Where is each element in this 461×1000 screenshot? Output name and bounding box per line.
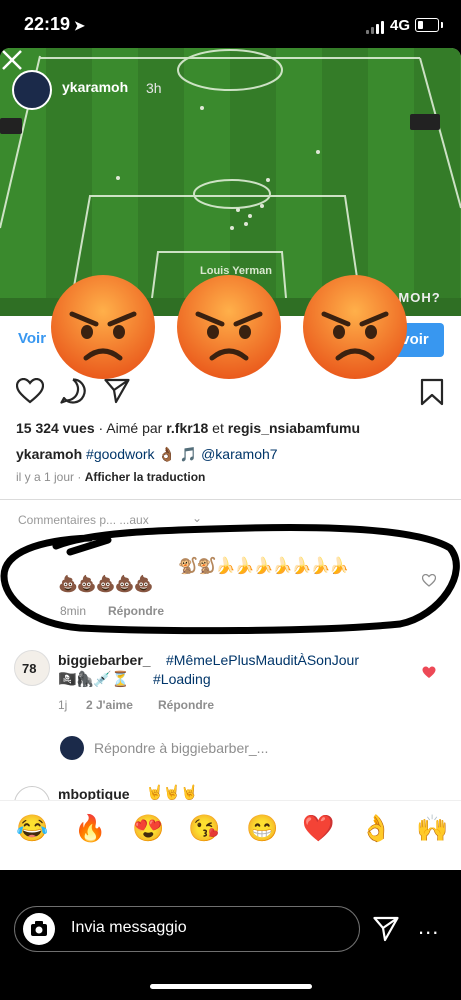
post-card: Louis Yerman ykaramoh 3h AMOH? Voir voir [0, 48, 461, 870]
translate-link[interactable]: Afficher la traduction [85, 470, 206, 484]
voir-link[interactable]: Voir [18, 330, 46, 347]
emoji-button[interactable]: 😁 [246, 813, 278, 844]
views-and-likes: 15 324 vues · Aimé par r.fkr18 et regis_… [16, 420, 360, 436]
reply-to-prompt[interactable]: Répondre à biggiebarber_... [94, 740, 268, 756]
liked-by-user[interactable]: regis_nsiabamfumu [228, 420, 360, 436]
emoji-button[interactable]: 👌 [360, 813, 392, 844]
send-icon[interactable] [372, 916, 400, 942]
emoji-button[interactable]: 😘 [188, 813, 220, 844]
emoji-button[interactable]: ❤️ [302, 813, 334, 844]
caption-hashtag[interactable]: #goodwork [86, 446, 155, 462]
location-arrow-icon: ➤ [74, 18, 85, 33]
story-time: 3h [146, 80, 162, 96]
comment-like-icon[interactable] [422, 574, 436, 587]
post-caption: ykaramoh #goodwork 👌🏾 🎵 @karamoh7 [16, 446, 278, 463]
comment-emojis: 🤘🤘🤘 [146, 784, 199, 800]
comment-emojis-line2: 💩💩💩💩💩 [58, 576, 154, 593]
story-reply-bar: Invia messaggio ... [0, 870, 461, 1000]
battery-icon [415, 18, 443, 32]
status-time: 22:19 ➤ [24, 14, 85, 34]
liked-heart-icon[interactable] [422, 666, 436, 679]
comment-username[interactable]: biggiebarber_ [58, 652, 151, 668]
close-icon[interactable] [0, 48, 24, 72]
emoji-button[interactable]: 🔥 [74, 813, 106, 844]
comment-emojis-line1: 🐒🐒🍌🍌🍌🍌🍌🍌🍌 [178, 558, 349, 575]
emoji-button[interactable]: 😍 [132, 813, 164, 844]
caption-mention[interactable]: @karamoh7 [201, 446, 277, 462]
liked-by-user[interactable]: r.fkr18 [166, 420, 208, 436]
own-avatar [60, 736, 84, 760]
comment-time: 1j [58, 698, 68, 712]
post-time: il y a 1 jour [16, 470, 75, 484]
comment-likes[interactable]: 2 J'aime [86, 698, 133, 712]
message-placeholder: Invia messaggio [71, 919, 187, 936]
emoji-quick-bar: 😂 🔥 😍 😘 😁 ❤️ 👌 🙌 [0, 800, 461, 870]
message-input[interactable]: Invia messaggio [14, 906, 360, 952]
post-meta: il y a 1 jour · Afficher la traduction [16, 470, 206, 484]
liked-by-and: et [208, 420, 228, 436]
angry-face-icon [51, 275, 155, 379]
commenter-avatar[interactable]: 78 [14, 650, 50, 686]
comment-emojis: 🏴‍☠️🦍💉⏳ [58, 671, 130, 688]
network-type: 4G [390, 17, 411, 34]
comment-icon[interactable] [60, 378, 86, 404]
comment-reply-button[interactable]: Répondre [158, 698, 214, 712]
status-bar: 22:19 ➤ 4G [0, 0, 461, 48]
views-count[interactable]: 15 324 vues [16, 420, 95, 436]
like-heart-icon[interactable] [16, 378, 44, 404]
angry-face-icon [303, 275, 407, 379]
comment-hashtag[interactable]: #MêmeLePlusMauditÀSonJour [166, 652, 359, 668]
comment-time: 8min [60, 604, 87, 618]
signal-icon [366, 20, 386, 34]
camera-icon[interactable] [23, 913, 55, 945]
caption-username[interactable]: ykaramoh [16, 446, 82, 462]
story-avatar[interactable] [12, 70, 52, 110]
share-icon[interactable] [104, 378, 130, 404]
angry-face-icon [177, 275, 281, 379]
liked-by-prefix: · Aimé par [94, 420, 167, 436]
comment-hashtag-loading[interactable]: #Loading [153, 671, 211, 687]
divider [0, 499, 461, 500]
emoji-button[interactable]: 🙌 [416, 813, 448, 844]
bookmark-icon[interactable] [420, 378, 444, 406]
more-options-icon[interactable]: ... [418, 914, 439, 940]
avatar-number: 78 [22, 661, 37, 676]
story-username[interactable]: ykaramoh [62, 79, 128, 95]
emoji-button[interactable]: 😂 [16, 813, 48, 844]
comment-reply-button[interactable]: Répondre [108, 604, 164, 618]
home-indicator [150, 984, 312, 989]
caption-emojis: 👌🏾 🎵 [154, 446, 202, 462]
